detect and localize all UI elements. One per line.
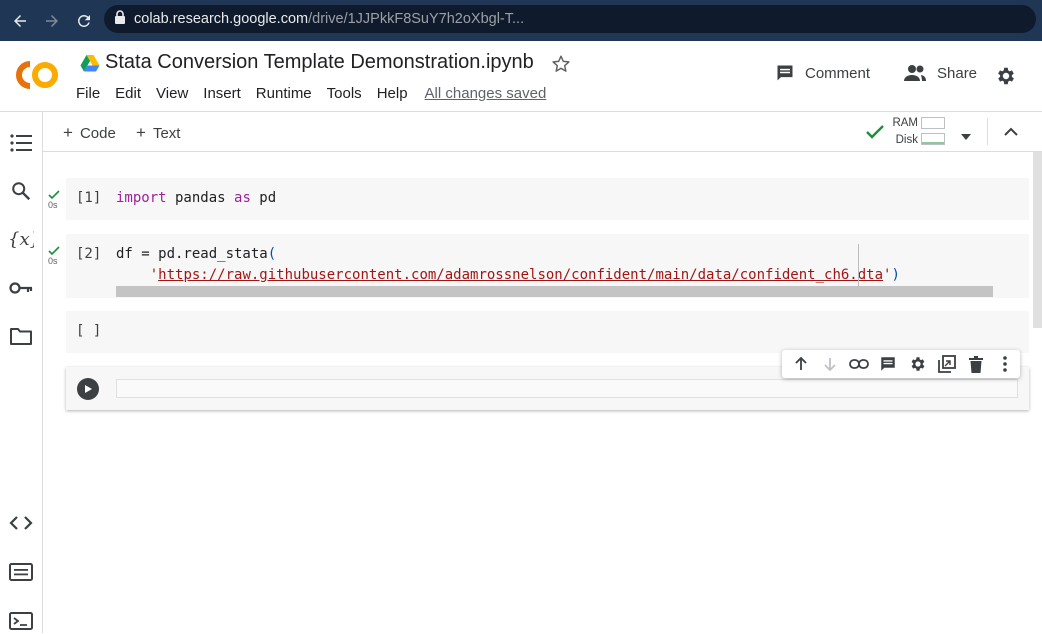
quote-open: '	[149, 267, 159, 283]
share-button[interactable]: Share	[903, 63, 977, 83]
resource-labels[interactable]: RAM Disk	[892, 115, 918, 149]
execution-time: 0s	[48, 256, 58, 266]
code-line[interactable]: import pandas as pd	[116, 190, 276, 206]
execution-count: [2]	[76, 246, 102, 262]
code-cell[interactable]: [ ]	[66, 311, 1029, 353]
assignment-code: df = pd.read_stata	[116, 246, 268, 262]
google-drive-icon[interactable]	[80, 54, 100, 72]
star-icon[interactable]	[550, 53, 572, 75]
keyword-as: as	[234, 190, 251, 206]
menu-edit[interactable]: Edit	[115, 85, 141, 102]
menu-tools[interactable]: Tools	[327, 85, 362, 102]
code-cell[interactable]: [1] import pandas as pd	[66, 178, 1029, 220]
browser-bar: colab.research.google.com/drive/1JJPkkF8…	[0, 0, 1042, 41]
files-folder-icon[interactable]	[8, 323, 34, 349]
plus-icon: +	[63, 123, 73, 142]
ram-usage-graph	[921, 117, 945, 129]
search-icon[interactable]	[8, 178, 34, 204]
secrets-key-icon[interactable]	[8, 275, 34, 301]
code-cell[interactable]: [2] df = pd.read_stata( 'https://raw.git…	[66, 234, 1029, 298]
notebook-toolbar: + Code + Text RAM Disk	[43, 112, 1042, 152]
code-editor-input[interactable]	[116, 379, 1018, 398]
add-code-button[interactable]: + Code	[63, 123, 116, 143]
horizontal-scrollbar[interactable]	[116, 286, 993, 297]
open-paren: (	[267, 246, 277, 262]
cell-status: 0s	[48, 190, 62, 210]
module-name: pandas	[166, 190, 235, 206]
comment-icon[interactable]	[874, 350, 903, 378]
ram-label: RAM	[892, 117, 918, 129]
move-up-arrow-icon[interactable]	[786, 350, 815, 378]
run-cell-button[interactable]	[77, 378, 99, 400]
keyword-import: import	[116, 190, 167, 206]
connected-check-icon[interactable]	[865, 123, 885, 146]
menu-view[interactable]: View	[156, 85, 188, 102]
mirror-cell-icon[interactable]	[932, 350, 961, 378]
reload-icon[interactable]	[68, 5, 100, 37]
close-paren: )	[891, 267, 900, 283]
left-sidebar: {x}	[0, 112, 43, 633]
settings-gear-icon[interactable]	[995, 65, 1017, 92]
back-arrow-icon[interactable]	[4, 5, 36, 37]
url-host: colab.research.google.com	[134, 11, 309, 27]
disk-label: Disk	[895, 134, 918, 146]
collapse-chevron-up-icon[interactable]	[1001, 122, 1021, 147]
comment-label: Comment	[805, 64, 871, 82]
disk-usage-graph	[921, 133, 945, 145]
command-palette-icon[interactable]	[8, 559, 34, 585]
runtime-dropdown-icon[interactable]	[960, 128, 972, 146]
notebook-header: Stata Conversion Template Demonstration.…	[0, 41, 1042, 112]
alias-name: pd	[250, 190, 277, 206]
comment-button[interactable]: Comment	[775, 63, 870, 83]
code-snippets-icon[interactable]	[8, 510, 34, 536]
variables-icon[interactable]: {x}	[8, 226, 34, 252]
save-status[interactable]: All changes saved	[425, 85, 547, 102]
menu-file[interactable]: File	[76, 85, 100, 102]
execution-count: [1]	[76, 190, 102, 206]
code-line[interactable]: df = pd.read_stata(	[116, 246, 276, 262]
svg-text:{x}: {x}	[8, 229, 34, 250]
menu-bar: File Edit View Insert Runtime Tools Help…	[76, 85, 561, 102]
execution-time: 0s	[48, 200, 58, 210]
delete-trash-icon[interactable]	[962, 350, 991, 378]
add-code-label: Code	[79, 124, 116, 142]
cell-status: 0s	[48, 246, 62, 266]
success-check-icon	[48, 190, 60, 200]
move-down-arrow-icon[interactable]	[815, 350, 844, 378]
menu-insert[interactable]: Insert	[203, 85, 241, 102]
share-label: Share	[937, 64, 978, 82]
toolbar-divider	[987, 118, 988, 145]
cell-toolbar	[782, 350, 1020, 378]
cell-settings-gear-icon[interactable]	[903, 350, 932, 378]
forward-arrow-icon[interactable]	[36, 5, 68, 37]
colab-logo[interactable]	[14, 59, 60, 91]
add-text-button[interactable]: + Text	[136, 123, 180, 143]
link-icon[interactable]	[845, 350, 874, 378]
terminal-icon[interactable]	[8, 608, 34, 634]
code-line[interactable]: 'https://raw.githubusercontent.com/adamr…	[116, 267, 900, 283]
plus-icon: +	[136, 123, 146, 142]
comment-icon	[777, 65, 793, 81]
page-scrollbar[interactable]	[1033, 152, 1042, 328]
more-options-icon[interactable]	[991, 350, 1020, 378]
lock-icon	[114, 9, 126, 29]
address-bar[interactable]: colab.research.google.com/drive/1JJPkkF8…	[104, 5, 1036, 33]
add-text-label: Text	[152, 124, 181, 142]
execution-count: [ ]	[76, 323, 102, 339]
success-check-icon	[48, 246, 60, 256]
menu-help[interactable]: Help	[377, 85, 408, 102]
table-of-contents-icon[interactable]	[8, 130, 34, 156]
url-path: /drive/1JJPkkF8SuY7h2oXbgl-T...	[308, 11, 525, 27]
url-string-link[interactable]: https://raw.githubusercontent.com/adamro…	[158, 267, 883, 283]
people-icon	[904, 65, 926, 81]
notebook-title[interactable]: Stata Conversion Template Demonstration.…	[105, 51, 534, 74]
play-icon	[85, 385, 92, 393]
menu-runtime[interactable]: Runtime	[256, 85, 312, 102]
